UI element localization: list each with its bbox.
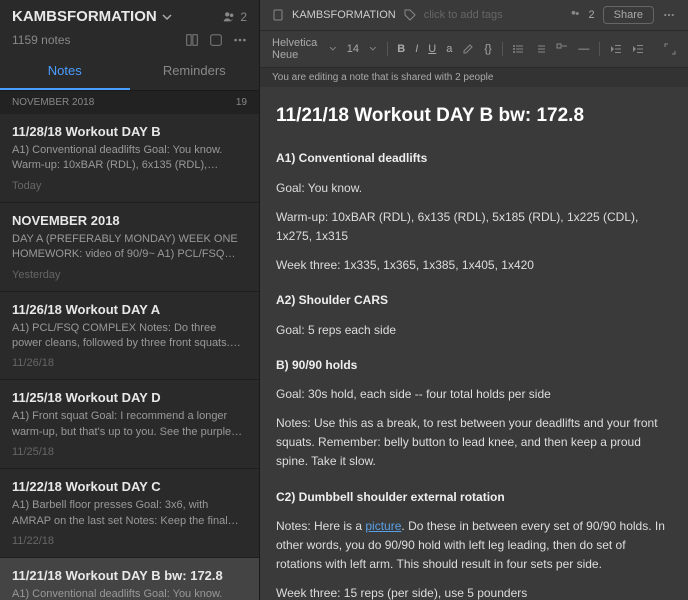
note-title: 11/25/18 Workout DAY D <box>12 390 247 405</box>
list-item[interactable]: 11/21/18 Workout DAY B bw: 172.8 A1) Con… <box>0 558 259 600</box>
italic-icon[interactable]: I <box>415 43 418 55</box>
note-title: 11/26/18 Workout DAY A <box>12 302 247 317</box>
note-preview: A1) Front squat Goal: I recommend a long… <box>12 409 247 440</box>
notebook-title: KAMBSFORMATION <box>12 8 157 25</box>
expand-icon[interactable] <box>664 43 676 55</box>
tab-notes[interactable]: Notes <box>0 53 130 90</box>
chevron-down-icon <box>161 11 173 23</box>
underline-icon[interactable]: U <box>428 43 436 55</box>
picture-link[interactable]: picture <box>365 519 401 533</box>
body-text: Week three: 15 reps (per side), use 5 po… <box>276 584 672 600</box>
note-heading: 11/21/18 Workout DAY B bw: 172.8 <box>276 101 672 131</box>
body-text: Warm-up: 10xBAR (RDL), 6x135 (RDL), 5x18… <box>276 208 672 246</box>
sidebar-header: KAMBSFORMATION 2 <box>0 0 259 33</box>
body-text: Notes: Use this as a break, to rest betw… <box>276 414 672 472</box>
tag-placeholder[interactable]: click to add tags <box>424 9 503 21</box>
section-heading: B) 90/90 holds <box>276 356 672 375</box>
body-text: Goal: You know. <box>276 179 672 198</box>
note-title: 11/28/18 Workout DAY B <box>12 124 247 139</box>
font-size[interactable]: 14 <box>347 43 359 55</box>
section-heading: A2) Shoulder CARS <box>276 291 672 310</box>
share-button[interactable]: Share <box>603 6 654 24</box>
list-item[interactable]: 11/26/18 Workout DAY A A1) PCL/FSQ COMPL… <box>0 292 259 381</box>
notebook-share-indicator[interactable]: 2 <box>222 10 247 24</box>
list-item[interactable]: 11/28/18 Workout DAY B A1) Conventional … <box>0 114 259 203</box>
font-family[interactable]: Helvetica Neue <box>272 37 319 61</box>
list-item[interactable]: NOVEMBER 2018 DAY A (PREFERABLY MONDAY) … <box>0 203 259 292</box>
people-icon <box>569 9 581 21</box>
bullet-list-icon[interactable] <box>512 43 524 55</box>
note-title: 11/22/18 Workout DAY C <box>12 479 247 494</box>
highlight-icon[interactable] <box>462 43 474 55</box>
sidebar: KAMBSFORMATION 2 1159 notes Notes Remind… <box>0 0 260 600</box>
outdent-icon[interactable] <box>610 43 622 55</box>
note-preview: A1) Conventional deadlifts Goal: You kno… <box>12 587 247 600</box>
number-list-icon[interactable] <box>534 43 546 55</box>
note-preview: A1) PCL/FSQ COMPLEX Notes: Do three powe… <box>12 321 247 352</box>
bold-icon[interactable]: B <box>397 43 405 55</box>
editor-pane: KAMBSFORMATION click to add tags 2 Share… <box>260 0 688 600</box>
notebook-icon <box>272 9 284 21</box>
people-icon <box>222 10 236 24</box>
note-date: Yesterday <box>12 269 247 281</box>
filter-icon[interactable] <box>209 33 223 47</box>
notebook-selector[interactable]: KAMBSFORMATION <box>12 8 173 25</box>
editor-share-count: 2 <box>589 9 595 21</box>
note-content[interactable]: 11/21/18 Workout DAY B bw: 172.8 A1) Con… <box>260 87 688 600</box>
share-count: 2 <box>240 10 247 24</box>
body-text: Notes: Here is a picture. Do these in be… <box>276 517 672 575</box>
sort-icon[interactable] <box>161 33 175 47</box>
hr-icon[interactable]: — <box>578 43 589 55</box>
color-icon[interactable]: a <box>446 43 452 55</box>
tag-icon[interactable] <box>404 9 416 21</box>
notebook-name[interactable]: KAMBSFORMATION <box>292 9 396 21</box>
indent-icon[interactable] <box>632 43 644 55</box>
note-preview: DAY A (PREFERABLY MONDAY) WEEK ONE HOMEW… <box>12 232 247 263</box>
sidebar-subheader: 1159 notes <box>0 33 259 53</box>
tab-reminders[interactable]: Reminders <box>130 53 260 90</box>
note-date: 11/25/18 <box>12 446 247 458</box>
note-title: NOVEMBER 2018 <box>12 213 247 228</box>
note-count: 1159 notes <box>12 33 71 47</box>
section-heading: A1) Conventional deadlifts <box>276 149 672 168</box>
body-text: Goal: 5 reps each side <box>276 321 672 340</box>
checklist-icon[interactable] <box>556 43 568 55</box>
note-date: 11/26/18 <box>12 357 247 369</box>
sidebar-tabs: Notes Reminders <box>0 53 259 91</box>
note-date: 11/22/18 <box>12 535 247 547</box>
sidebar-tools <box>161 33 247 47</box>
list-item[interactable]: 11/22/18 Workout DAY C A1) Barbell floor… <box>0 469 259 558</box>
code-icon[interactable]: {} <box>484 43 491 55</box>
editor-header: KAMBSFORMATION click to add tags 2 Share <box>260 0 688 31</box>
note-preview: A1) Conventional deadlifts Goal: You kno… <box>12 143 247 174</box>
share-banner: You are editing a note that is shared wi… <box>260 68 688 87</box>
view-icon[interactable] <box>185 33 199 47</box>
section-count: 19 <box>236 97 247 108</box>
more-icon[interactable] <box>233 33 247 47</box>
body-text: Goal: 30s hold, each side -- four total … <box>276 385 672 404</box>
body-text: Week three: 1x335, 1x365, 1x385, 1x405, … <box>276 256 672 275</box>
chevron-down-icon[interactable] <box>329 43 337 55</box>
note-date: Today <box>12 180 247 192</box>
note-list[interactable]: 11/28/18 Workout DAY B A1) Conventional … <box>0 114 259 600</box>
more-icon[interactable] <box>662 9 676 21</box>
list-item[interactable]: 11/25/18 Workout DAY D A1) Front squat G… <box>0 380 259 469</box>
format-toolbar: Helvetica Neue 14 B I U a {} — <box>260 31 688 68</box>
note-title: 11/21/18 Workout DAY B bw: 172.8 <box>12 568 247 583</box>
section-heading: C2) Dumbbell shoulder external rotation <box>276 488 672 507</box>
chevron-down-icon[interactable] <box>369 43 377 55</box>
section-label: NOVEMBER 2018 <box>12 97 94 108</box>
list-section-header: NOVEMBER 2018 19 <box>0 91 259 114</box>
note-preview: A1) Barbell floor presses Goal: 3x6, wit… <box>12 498 247 529</box>
